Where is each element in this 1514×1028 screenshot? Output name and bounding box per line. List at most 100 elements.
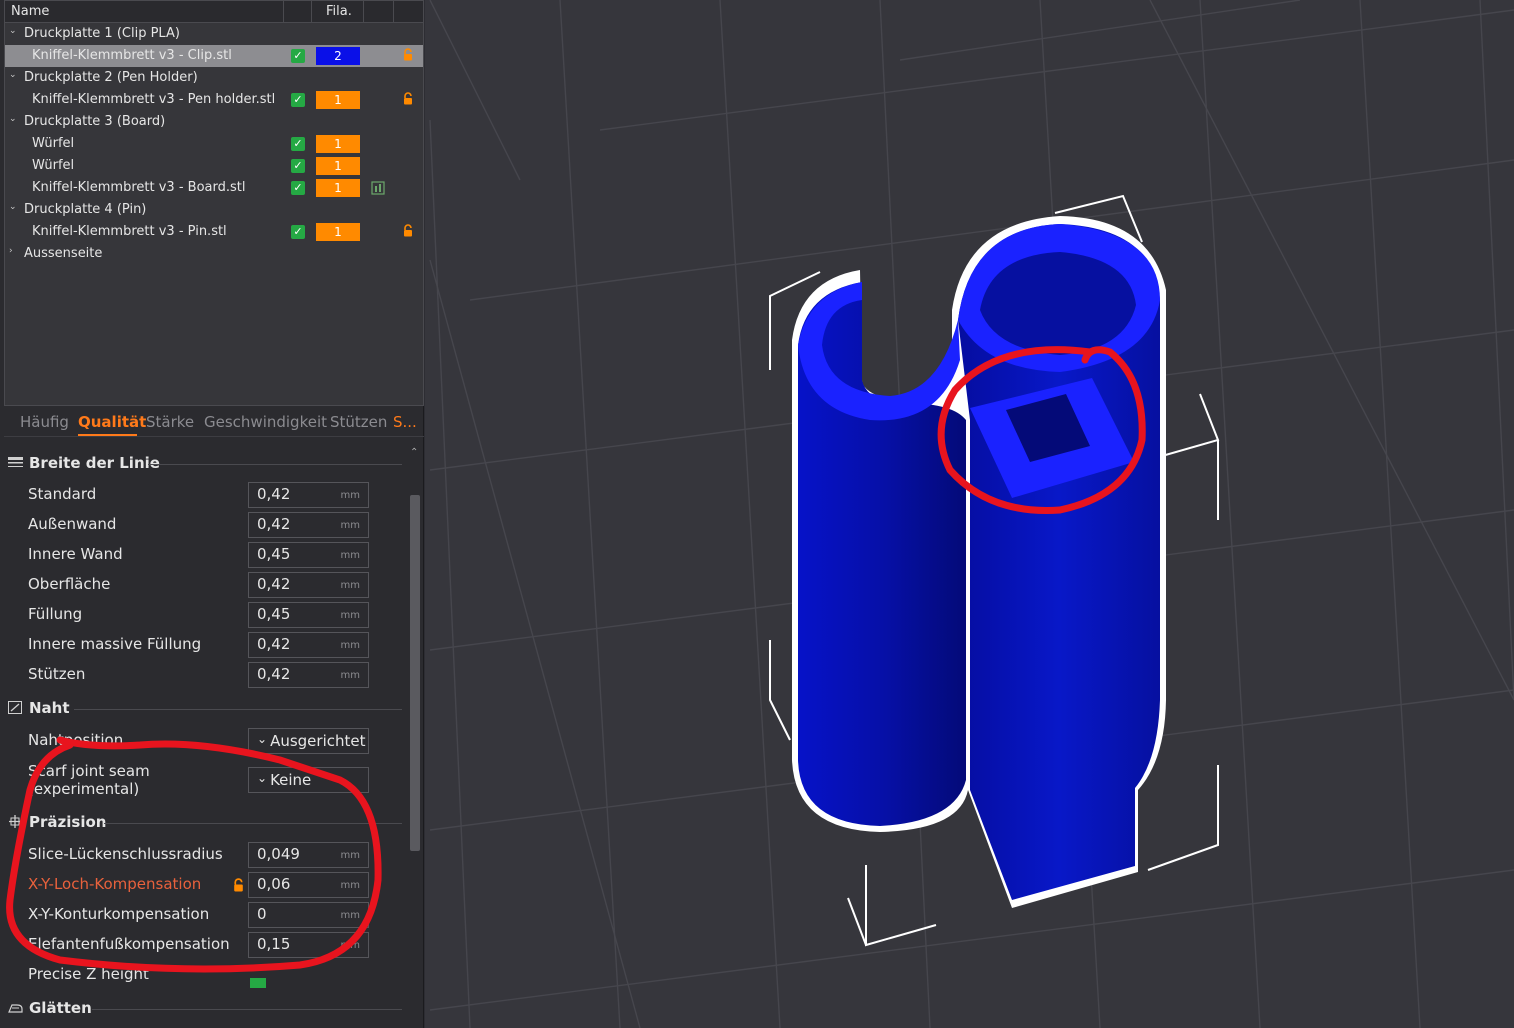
- setting-row: Außenwand 0,42 mm: [0, 512, 406, 538]
- chevron-down-icon[interactable]: ⌄: [9, 26, 17, 36]
- tab-qualitaet[interactable]: Qualität: [78, 413, 146, 431]
- 3d-viewport[interactable]: [425, 0, 1514, 1028]
- active-tab-indicator: [78, 434, 137, 436]
- setting-row: Nahtposition Ausgerichtet: [0, 728, 406, 754]
- setting-row: Precise Z height: [0, 962, 406, 988]
- setting-row: Oberfläche 0,42 mm: [0, 572, 406, 598]
- printable-checkbox[interactable]: ✓: [291, 181, 305, 195]
- clip-model: [792, 216, 1166, 908]
- value-input[interactable]: 0,42 mm: [248, 572, 369, 598]
- filament-selector[interactable]: 1: [316, 135, 360, 153]
- scarf-seam-select[interactable]: Keine: [248, 767, 369, 793]
- setting-row: Scarf joint seam(experimental) Keine: [0, 762, 406, 806]
- setting-label: Innere Wand: [28, 545, 123, 563]
- tab-more[interactable]: S...: [393, 413, 417, 431]
- setting-label: Elefantenfußkompensation: [28, 935, 230, 953]
- object-list-header: Name Fila.: [5, 1, 423, 23]
- precision-icon: [9, 815, 22, 828]
- setting-label: Nahtposition: [28, 731, 124, 749]
- section-seam: Naht: [8, 699, 70, 717]
- chevron-down-icon[interactable]: ⌄: [9, 114, 17, 124]
- value-input[interactable]: 0,42 mm: [248, 662, 369, 688]
- value-input[interactable]: 0,42 mm: [248, 632, 369, 658]
- plate-label: Druckplatte 4 (Pin): [24, 202, 147, 217]
- setting-label: Füllung: [28, 605, 83, 623]
- plate-row[interactable]: ⌄ Druckplatte 3 (Board): [5, 111, 423, 133]
- object-list: Name Fila. ⌄ Druckplatte 1 (Clip PLA) Kn…: [4, 0, 424, 406]
- filament-selector[interactable]: 1: [316, 179, 360, 197]
- value-input[interactable]: 0,45 mm: [248, 542, 369, 568]
- value-input[interactable]: 0,42 mm: [248, 512, 369, 538]
- plate-row[interactable]: ⌄ Druckplatte 4 (Pin): [5, 199, 423, 221]
- value-input[interactable]: 0,15 mm: [248, 932, 369, 958]
- column-filament[interactable]: Fila.: [326, 4, 352, 19]
- settings-scrollbar[interactable]: ⌃: [408, 443, 422, 1028]
- settings-tabs: Häufig Qualität Stärke Geschwindigkeit S…: [4, 407, 424, 437]
- scroll-thumb[interactable]: [410, 495, 420, 851]
- tab-geschwindigkeit[interactable]: Geschwindigkeit: [204, 413, 327, 431]
- printable-checkbox[interactable]: ✓: [291, 137, 305, 151]
- lock-icon[interactable]: [403, 48, 413, 61]
- setting-label: Slice-Lückenschlussradius: [28, 845, 223, 863]
- tab-staerke[interactable]: Stärke: [146, 413, 194, 431]
- setting-label: Standard: [28, 485, 97, 503]
- column-name[interactable]: Name: [11, 4, 49, 19]
- setting-row: Innere massive Füllung 0,42 mm: [0, 632, 406, 658]
- printable-checkbox[interactable]: ✓: [291, 93, 305, 107]
- value-input[interactable]: 0,42 mm: [248, 482, 369, 508]
- section-ironing: Glätten: [8, 999, 92, 1017]
- printable-checkbox[interactable]: ✓: [291, 49, 305, 63]
- setting-label: Oberfläche: [28, 575, 111, 593]
- lock-icon[interactable]: [403, 92, 413, 105]
- filament-selector[interactable]: 2: [316, 47, 360, 65]
- precise-z-checkbox[interactable]: [250, 978, 266, 988]
- setting-label: X-Y-Konturkompensation: [28, 905, 210, 923]
- object-row[interactable]: Kniffel-Klemmbrett v3 - Pin.stl ✓ 1: [5, 221, 423, 243]
- setting-label: Stützen: [28, 665, 86, 683]
- chevron-down-icon[interactable]: ⌄: [9, 70, 17, 80]
- object-row[interactable]: Würfel ✓ 1: [5, 155, 423, 177]
- value-input[interactable]: 0 mm: [248, 902, 369, 928]
- object-row[interactable]: Kniffel-Klemmbrett v3 - Pen holder.stl ✓…: [5, 89, 423, 111]
- tab-stuetzen[interactable]: Stützen: [330, 413, 387, 431]
- chevron-right-icon[interactable]: ›: [9, 246, 13, 256]
- left-sidebar: Name Fila. ⌄ Druckplatte 1 (Clip PLA) Kn…: [0, 0, 424, 1028]
- section-title: Breite der Linie: [29, 454, 160, 472]
- lock-icon[interactable]: [403, 224, 413, 237]
- unlock-icon[interactable]: [233, 878, 244, 892]
- modifier-icon[interactable]: [371, 181, 385, 195]
- setting-row: X-Y-Loch-Kompensation 0,06 mm: [0, 872, 406, 898]
- setting-label-modified: X-Y-Loch-Kompensation: [28, 875, 202, 893]
- plate-label: Aussenseite: [24, 246, 103, 261]
- printable-checkbox[interactable]: ✓: [291, 159, 305, 173]
- filament-selector[interactable]: 1: [316, 157, 360, 175]
- value-input[interactable]: 0,06 mm: [248, 872, 369, 898]
- object-label: Kniffel-Klemmbrett v3 - Clip.stl: [32, 48, 232, 63]
- section-title: Präzision: [29, 813, 107, 831]
- object-row[interactable]: Würfel ✓ 1: [5, 133, 423, 155]
- value-input[interactable]: 0,049 mm: [248, 842, 369, 868]
- setting-row: Innere Wand 0,45 mm: [0, 542, 406, 568]
- object-row[interactable]: Kniffel-Klemmbrett v3 - Clip.stl ✓ 2: [5, 45, 423, 67]
- section-line-width: Breite der Linie: [8, 454, 160, 472]
- scroll-up-icon[interactable]: ⌃: [410, 447, 418, 458]
- object-label: Kniffel-Klemmbrett v3 - Pin.stl: [32, 224, 227, 239]
- plate-row[interactable]: ⌄ Druckplatte 1 (Clip PLA): [5, 23, 423, 45]
- object-label: Kniffel-Klemmbrett v3 - Pen holder.stl: [32, 92, 276, 107]
- iron-icon: [8, 1004, 23, 1013]
- section-precision: Präzision: [8, 813, 106, 831]
- filament-selector[interactable]: 1: [316, 91, 360, 109]
- plate-label: Druckplatte 2 (Pen Holder): [24, 70, 198, 85]
- plate-label: Druckplatte 3 (Board): [24, 114, 166, 129]
- tab-haeufig[interactable]: Häufig: [20, 413, 69, 431]
- filament-selector[interactable]: 1: [316, 223, 360, 241]
- seam-position-select[interactable]: Ausgerichtet: [248, 728, 369, 754]
- plate-row[interactable]: ⌄ Druckplatte 2 (Pen Holder): [5, 67, 423, 89]
- object-label: Kniffel-Klemmbrett v3 - Board.stl: [32, 180, 246, 195]
- object-row[interactable]: Kniffel-Klemmbrett v3 - Board.stl ✓ 1: [5, 177, 423, 199]
- plate-row[interactable]: › Aussenseite: [5, 243, 423, 265]
- printable-checkbox[interactable]: ✓: [291, 225, 305, 239]
- chevron-down-icon[interactable]: ⌄: [9, 202, 17, 212]
- value-input[interactable]: 0,45 mm: [248, 602, 369, 628]
- section-title: Glätten: [29, 999, 92, 1017]
